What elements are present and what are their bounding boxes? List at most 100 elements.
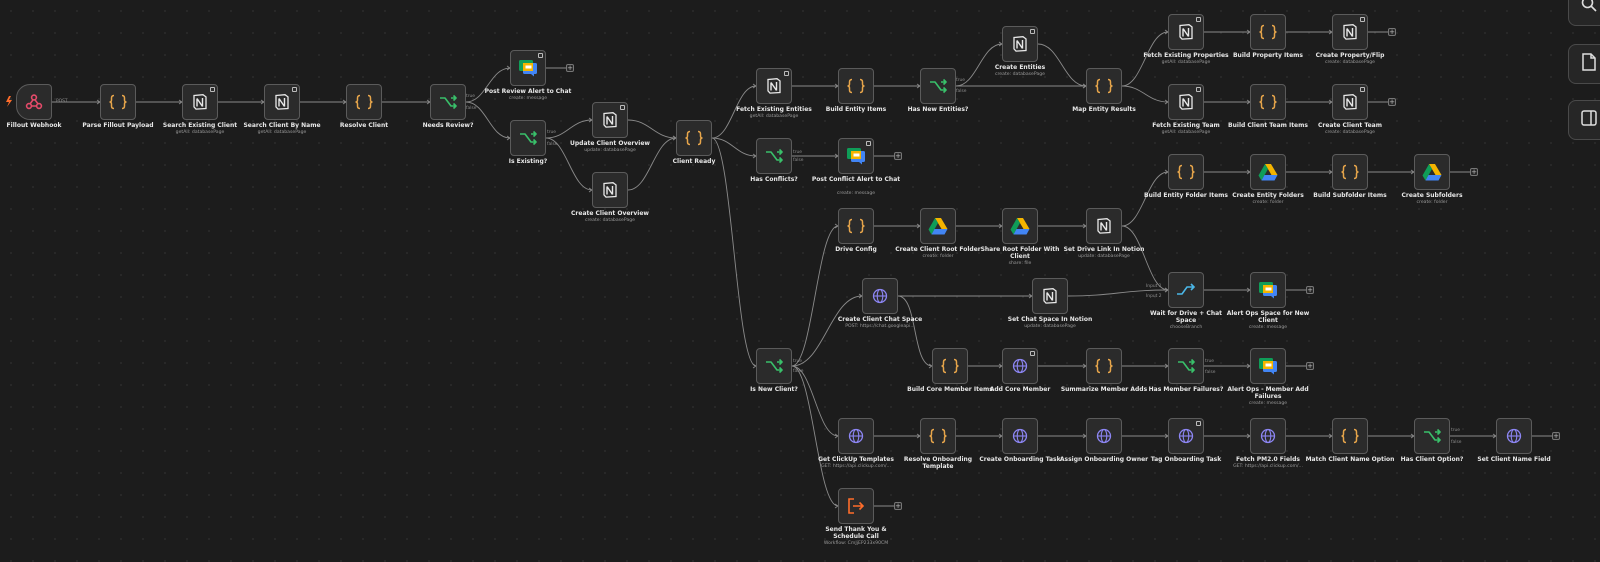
node-has-conflicts[interactable] <box>756 138 792 174</box>
node-build-core-member-items[interactable] <box>932 348 968 384</box>
google-chat-icon <box>846 147 866 165</box>
node-fetch-existing-properties[interactable] <box>1168 14 1204 50</box>
node-client-ready[interactable] <box>676 120 712 156</box>
panel-toggle-button[interactable] <box>1568 100 1600 140</box>
node-build-subfolder-items[interactable] <box>1332 154 1368 190</box>
node-send-thank-you-schedule-call[interactable] <box>838 488 874 524</box>
node-label: Assign Onboarding Owner <box>1059 456 1149 463</box>
node-resolve-onboarding-template[interactable] <box>920 418 956 454</box>
node-create-client-team[interactable] <box>1332 84 1368 120</box>
node-fetch-existing-entities[interactable] <box>756 68 792 104</box>
node-create-property-flip[interactable] <box>1332 14 1368 50</box>
node-set-drive-link-in-notion[interactable] <box>1086 208 1122 244</box>
node-label: Create Subfolders <box>1401 192 1463 199</box>
node-label: Fetch Existing Properties <box>1143 52 1229 59</box>
node-label: Has New Entities? <box>907 106 969 113</box>
search-button[interactable] <box>1568 0 1600 26</box>
code-icon <box>684 130 704 146</box>
node-summarize-member-adds[interactable] <box>1086 348 1122 384</box>
node-alert-ops-space-for-new-client[interactable] <box>1250 272 1286 308</box>
node-share-root-folder-with-client[interactable] <box>1002 208 1038 244</box>
node-status-icon <box>1196 17 1201 22</box>
node-set-client-name-field[interactable] <box>1496 418 1532 454</box>
node-label: Create Client Chat Space <box>837 316 923 323</box>
node-label: Build Subfolder Items <box>1313 192 1387 199</box>
node-subtitle: create: folder <box>1416 200 1448 205</box>
node-label: Tag Onboarding Task <box>1150 456 1222 463</box>
node-create-client-root-folder[interactable] <box>920 208 956 244</box>
node-build-property-items[interactable] <box>1250 14 1286 50</box>
node-status-icon <box>1360 87 1365 92</box>
node-fetch-pm2-0-fields[interactable] <box>1250 418 1286 454</box>
node-search-existing-client[interactable] <box>182 84 218 120</box>
edge-label-post: POST <box>56 99 68 104</box>
node-alert-ops-member-add-failures[interactable] <box>1250 348 1286 384</box>
node-status-icon <box>1360 17 1365 22</box>
globe-icon <box>1096 428 1112 444</box>
node-create-entity-folders[interactable] <box>1250 154 1286 190</box>
node-has-new-entities[interactable] <box>920 68 956 104</box>
node-build-client-team-items[interactable] <box>1250 84 1286 120</box>
node-has-member-failures[interactable] <box>1168 348 1204 384</box>
panel-icon <box>1581 110 1597 130</box>
node-needs-review[interactable] <box>430 84 466 120</box>
node-subtitle: GET: https://api.clickup.com/... <box>821 464 891 469</box>
node-match-client-name-option[interactable] <box>1332 418 1368 454</box>
add-node-button[interactable]: + <box>566 64 574 72</box>
node-create-onboarding-task[interactable] <box>1002 418 1038 454</box>
node-subtitle: getAll: databasePage <box>257 130 307 135</box>
node-fillout-webhook[interactable] <box>16 84 52 120</box>
node-create-subfolders[interactable] <box>1414 154 1450 190</box>
node-label: Search Client By Name <box>243 122 321 129</box>
node-wait-for-drive-chat-space[interactable] <box>1168 272 1204 308</box>
node-label: Match Client Name Option <box>1305 456 1395 463</box>
node-drive-config[interactable] <box>838 208 874 244</box>
edge-label-true: true <box>793 150 803 155</box>
node-build-entity-folder-items[interactable] <box>1168 154 1204 190</box>
node-status-icon <box>1196 421 1201 426</box>
edge-label-false: false <box>1205 370 1216 375</box>
notion-icon <box>273 93 291 111</box>
node-create-client-overview[interactable] <box>592 172 628 208</box>
node-status-icon <box>1196 87 1201 92</box>
node-search-client-by-name[interactable] <box>264 84 300 120</box>
sticky-note-button[interactable] <box>1568 44 1600 84</box>
node-map-entity-results[interactable] <box>1086 68 1122 104</box>
if-branch-icon <box>1177 358 1195 374</box>
node-parse-fillout-payload[interactable] <box>100 84 136 120</box>
node-has-client-option[interactable] <box>1414 418 1450 454</box>
connection-n11-n37 <box>711 137 757 367</box>
node-post-conflict-alert-to-chat[interactable] <box>838 138 874 174</box>
add-node-button[interactable]: + <box>1306 286 1314 294</box>
node-subtitle: create: databasePage <box>1324 130 1376 135</box>
add-node-button[interactable]: + <box>1470 168 1478 176</box>
node-create-client-chat-space[interactable] <box>862 278 898 314</box>
node-get-clickup-templates[interactable] <box>838 418 874 454</box>
add-node-button[interactable]: + <box>1552 432 1560 440</box>
add-node-button[interactable]: + <box>1388 98 1396 106</box>
node-assign-onboarding-owner[interactable] <box>1086 418 1122 454</box>
node-tag-onboarding-task[interactable] <box>1168 418 1204 454</box>
node-label: Build Client Team Items <box>1228 122 1308 129</box>
add-node-button[interactable]: + <box>1388 28 1396 36</box>
node-build-entity-items[interactable] <box>838 68 874 104</box>
node-add-core-member[interactable] <box>1002 348 1038 384</box>
node-post-review-alert-to-chat[interactable] <box>510 50 546 86</box>
node-subtitle: share: file <box>1008 261 1032 266</box>
node-label: Create Client Root Folder <box>895 246 981 253</box>
edge-label-input-2: Input 2 <box>1146 294 1162 299</box>
node-is-new-client[interactable] <box>756 348 792 384</box>
node-create-entities[interactable] <box>1002 26 1038 62</box>
workflow-canvas[interactable]: Fillout Webhook Parse Fillout Payload Sear… <box>0 0 1600 562</box>
add-node-button[interactable]: + <box>894 502 902 510</box>
edge-label-false: false <box>466 106 477 111</box>
node-is-existing[interactable] <box>510 120 546 156</box>
node-resolve-client[interactable] <box>346 84 382 120</box>
add-node-button[interactable]: + <box>894 152 902 160</box>
node-status-icon <box>292 87 297 92</box>
node-fetch-existing-team[interactable] <box>1168 84 1204 120</box>
node-subtitle: create: databasePage <box>1324 60 1376 65</box>
add-node-button[interactable]: + <box>1306 362 1314 370</box>
node-update-client-overview[interactable] <box>592 102 628 138</box>
node-set-chat-space-in-notion[interactable] <box>1032 278 1068 314</box>
